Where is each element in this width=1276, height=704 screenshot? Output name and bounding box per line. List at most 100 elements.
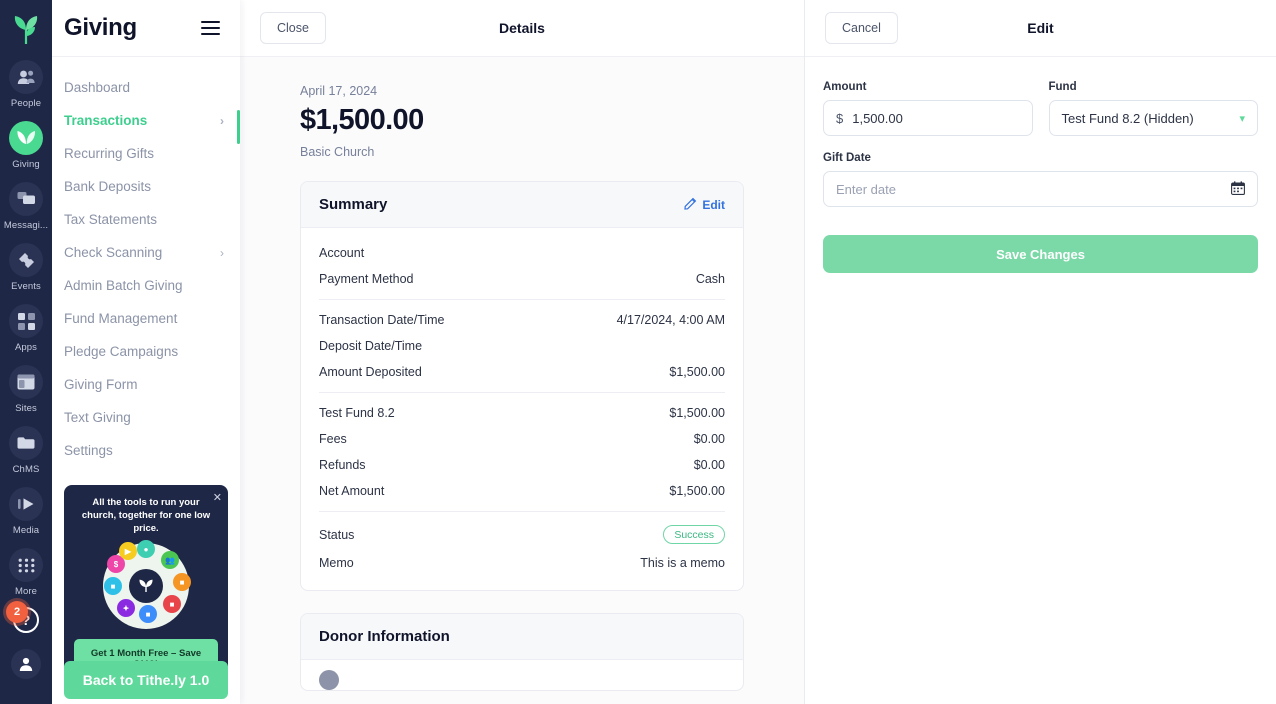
status-row: Status Success [319, 519, 725, 550]
promo-dot-yellow: ▶ [119, 542, 137, 561]
rail-item-chms[interactable]: ChMS [0, 426, 52, 475]
sidebar-header: Giving [52, 0, 240, 57]
chevron-right-icon: › [220, 245, 224, 260]
promo-headline: All the tools to run your church, togeth… [81, 497, 211, 534]
sidebar-item-pledge-campaigns[interactable]: Pledge Campaigns [52, 335, 240, 368]
details-panel: Close Details April 17, 2024 $1,500.00 B… [240, 0, 805, 704]
row-value: $0.00 [693, 432, 725, 446]
sidebar-item-dashboard[interactable]: Dashboard [52, 71, 240, 104]
row-value: $1,500.00 [669, 484, 725, 498]
back-to-tithely-button[interactable]: Back to Tithe.ly 1.0 [64, 661, 228, 699]
row-key: Amount Deposited [319, 365, 422, 379]
gift-date-input[interactable]: Enter date [823, 171, 1258, 207]
summary-row: Net Amount $1,500.00 [319, 478, 725, 504]
summary-row: Refunds $0.00 [319, 452, 725, 478]
rail-item-sites[interactable]: Sites [0, 365, 52, 414]
summary-card-header: Summary Edit [301, 182, 743, 228]
sidebar-item-bank-deposits[interactable]: Bank Deposits [52, 170, 240, 203]
rail-item-events[interactable]: Events [0, 243, 52, 292]
row-key: Test Fund 8.2 [319, 406, 395, 420]
fund-select[interactable]: Test Fund 8.2 (Hidden) ▾ [1048, 100, 1258, 136]
sidebar-item-label: Fund Management [64, 311, 178, 326]
promo-dot-purple: ✦ [117, 599, 135, 618]
rail-item-people[interactable]: People [0, 60, 52, 109]
sidebar-item-label: Admin Batch Giving [64, 278, 183, 293]
chat-bubbles-icon [9, 182, 43, 216]
app-root: People Giving Messagi... Events Apps Sit… [0, 0, 1276, 704]
sidebar-item-label: Settings [64, 443, 113, 458]
sidebar-menu: Dashboard Transactions › Recurring Gifts… [52, 57, 240, 467]
sidebar-item-check-scanning[interactable]: Check Scanning › [52, 236, 240, 269]
pencil-icon [684, 197, 697, 213]
row-key: Fees [319, 432, 347, 446]
sidebar-item-label: Dashboard [64, 80, 131, 95]
edit-panel: Cancel Edit Amount $ 1,500.00 Fund Test … [805, 0, 1276, 704]
rail-item-label: ChMS [12, 464, 40, 475]
app-switcher-rail: People Giving Messagi... Events Apps Sit… [0, 0, 52, 704]
sidebar-item-admin-batch-giving[interactable]: Admin Batch Giving [52, 269, 240, 302]
people-icon [9, 60, 43, 94]
gift-date-placeholder: Enter date [836, 181, 896, 197]
rail-item-messaging[interactable]: Messagi... [0, 182, 52, 231]
user-avatar[interactable] [11, 649, 41, 679]
amount-fund-row: Amount $ 1,500.00 Fund Test Fund 8.2 (Hi… [823, 81, 1258, 136]
hamburger-icon[interactable] [197, 17, 224, 39]
sidebar-item-text-giving[interactable]: Text Giving [52, 401, 240, 434]
amount-input[interactable]: $ 1,500.00 [823, 100, 1033, 136]
sidebar-item-label: Pledge Campaigns [64, 344, 179, 359]
cancel-button[interactable]: Cancel [825, 12, 898, 44]
sidebar-item-label: Recurring Gifts [64, 146, 155, 161]
summary-edit-link[interactable]: Edit [684, 197, 725, 213]
sidebar-item-label: Check Scanning [64, 245, 163, 260]
summary-row: Deposit Date/Time [319, 333, 725, 359]
close-icon[interactable]: ✕ [213, 491, 222, 504]
calendar-icon[interactable] [1231, 180, 1245, 198]
summary-edit-label: Edit [702, 197, 725, 212]
donor-row [301, 660, 743, 690]
leaf-hub-icon [129, 569, 163, 604]
save-changes-button[interactable]: Save Changes [823, 235, 1258, 273]
sidebar-item-label: Tax Statements [64, 212, 158, 227]
donor-title: Donor Information [319, 628, 450, 645]
summary-row: Transaction Date/Time 4/17/2024, 4:00 AM [319, 307, 725, 333]
row-value: 4/17/2024, 4:00 AM [616, 313, 725, 327]
promo-dot-cyan: ■ [104, 577, 122, 596]
details-content: April 17, 2024 $1,500.00 Basic Church Su… [240, 57, 804, 704]
sidebar-item-fund-management[interactable]: Fund Management [52, 302, 240, 335]
sidebar-item-giving-form[interactable]: Giving Form [52, 368, 240, 401]
sidebar-item-label: Giving Form [64, 377, 138, 392]
row-key: Net Amount [319, 484, 385, 498]
edit-header: Cancel Edit [805, 0, 1276, 57]
promo-product-wheel-graphic: ● 👥 ■ ■ ■ ✦ ■ $ ▶ [103, 540, 191, 630]
help-button[interactable]: ? 2 [0, 601, 52, 633]
rail-item-giving[interactable]: Giving [0, 121, 52, 170]
sidebar-item-label: Bank Deposits [64, 179, 152, 194]
leaf-icon [9, 121, 43, 155]
sidebar-item-tax-statements[interactable]: Tax Statements [52, 203, 240, 236]
rail-item-media[interactable]: Media [0, 487, 52, 536]
rail-item-apps[interactable]: Apps [0, 304, 52, 353]
dots-grid-icon [9, 548, 43, 582]
sidebar-item-transactions[interactable]: Transactions › [52, 104, 240, 144]
sidebar-item-settings[interactable]: Settings [52, 434, 240, 467]
summary-row: Fees $0.00 [319, 426, 725, 452]
divider [319, 511, 725, 512]
sidebar-item-recurring-gifts[interactable]: Recurring Gifts [52, 137, 240, 170]
tithely-leaf-logo-icon[interactable] [9, 10, 43, 48]
summary-row: Amount Deposited $1,500.00 [319, 359, 725, 385]
summary-card-body: Account Payment Method Cash Transaction … [301, 228, 743, 590]
donor-card-header: Donor Information [301, 614, 743, 660]
summary-row: Account [319, 240, 725, 266]
chevron-down-icon: ▾ [1239, 112, 1245, 125]
grid-squares-icon [9, 304, 43, 338]
sidebar-item-label: Transactions [64, 113, 148, 128]
rail-item-more[interactable]: More [0, 548, 52, 597]
row-key: Status [319, 527, 355, 542]
divider [319, 299, 725, 300]
close-button[interactable]: Close [260, 12, 326, 44]
chevron-right-icon: › [220, 113, 224, 128]
avatar [319, 670, 339, 690]
transaction-date: April 17, 2024 [300, 84, 378, 98]
play-icon [9, 487, 43, 521]
fund-value: Test Fund 8.2 (Hidden) [1061, 110, 1194, 126]
